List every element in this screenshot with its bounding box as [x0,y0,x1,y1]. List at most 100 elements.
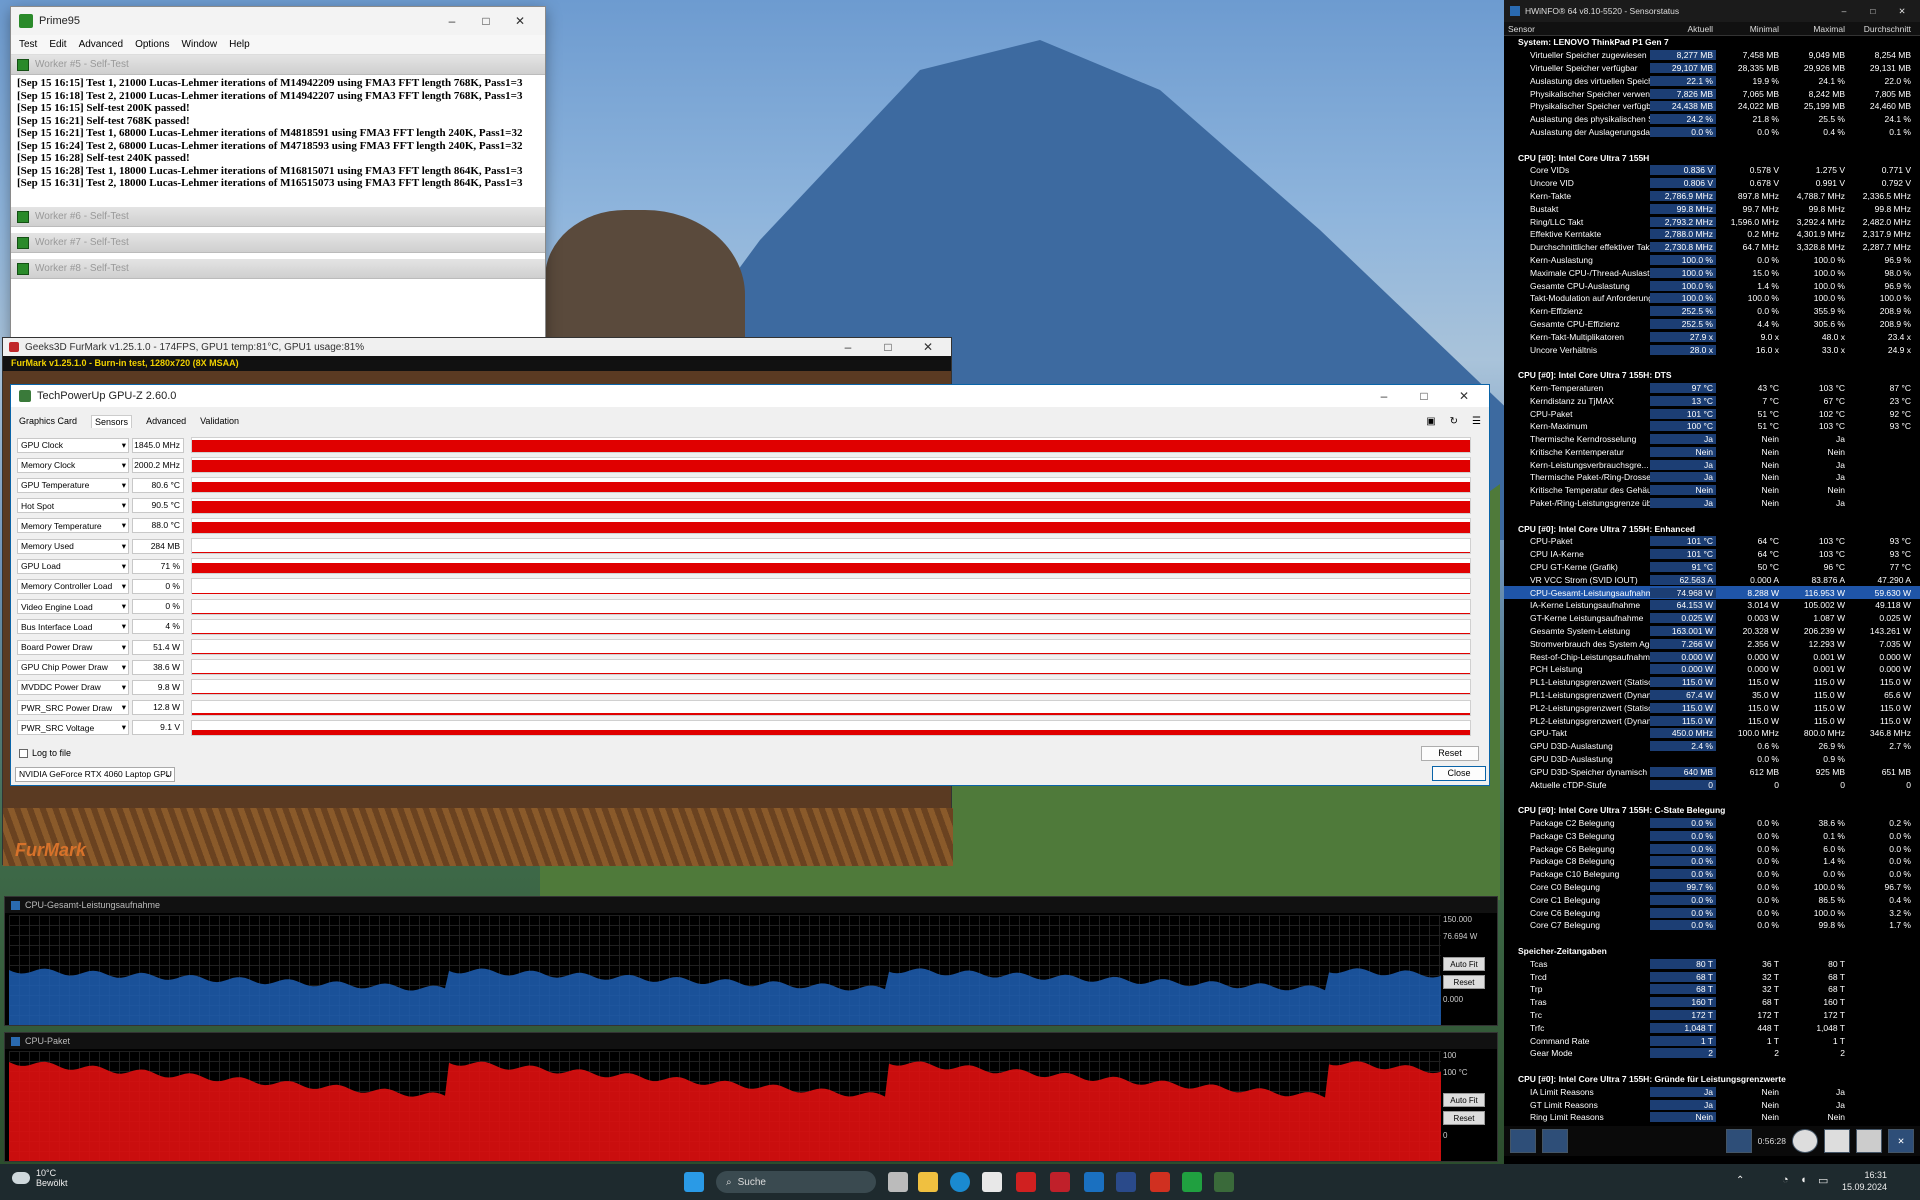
sensor-row[interactable]: Trp 68 T 32 T 68 T [1504,983,1920,996]
col-avg[interactable]: Durchschnitt [1848,24,1914,34]
wifi-icon[interactable]: ◔ [1782,1174,1789,1186]
sensor-row[interactable]: GT-Kerne Leistungsaufnahme 0.025 W 0.003 W… [1504,612,1920,625]
furmark-taskbar-icon[interactable] [1150,1172,1170,1192]
weather-widget[interactable]: 10°C Bewölkt [12,1168,68,1188]
sensor-row[interactable]: PL1-Leistungsgrenzwert (Dynami... 67.4 W 3… [1504,689,1920,702]
sensor-row[interactable]: Trfc 1,048 T 448 T 1,048 T [1504,1021,1920,1034]
sensor-name[interactable]: PWR_SRC Voltage ▾ [17,720,129,736]
sensor-name[interactable]: Bus Interface Load ▾ [17,619,129,635]
prime95-titlebar[interactable]: Prime95 – □ ✕ [11,7,545,35]
sensor-name[interactable]: Memory Clock ▾ [17,457,129,473]
menu-options[interactable]: Options [135,39,169,50]
close-button[interactable]: ✕ [503,14,537,28]
clock[interactable]: 16:31 15.09.2024 [1842,1169,1887,1193]
gpuz-taskbar-icon[interactable] [1214,1172,1234,1192]
sensor-name[interactable]: GPU Temperature ▾ [17,477,129,493]
sensor-name[interactable]: Hot Spot ▾ [17,498,129,514]
maximize-button[interactable]: □ [1407,389,1441,403]
sensor-row[interactable]: Maximale CPU-/Thread-Auslastung100.0 %15… [1504,266,1920,279]
sensor-row[interactable]: Rest-of-Chip-Leistungsaufnahme 0.000 W 0.0… [1504,650,1920,663]
start-icon[interactable] [684,1172,704,1192]
sensor-row[interactable]: Auslastung des virtuellen Speichers22.1 … [1504,74,1920,87]
prime95-taskbar-icon[interactable] [1182,1172,1202,1192]
sensor-name[interactable]: Board Power Draw ▾ [17,639,129,655]
sensor-row[interactable]: IA Limit Reasons Ja Nein Ja [1504,1085,1920,1098]
sensor-row[interactable]: Gesamte CPU-Auslastung 100.0 % 1.4 % 100.0 … [1504,279,1920,292]
chevron-up-icon[interactable]: ⌃ [1736,1175,1744,1186]
menu-window[interactable]: Window [182,39,218,50]
sensor-row[interactable]: Kritische Kerntemperatur Nein Nein Nein [1504,446,1920,459]
file-explorer-icon[interactable] [918,1172,938,1192]
sensor-row[interactable]: Core C7 Belegung 0.0 % 0.0 % 99.8 % 1.7 % [1504,919,1920,932]
log-to-file-checkbox[interactable] [19,748,28,758]
close-button[interactable]: ✕ [1447,389,1481,403]
sensor-row[interactable]: Auslastung des physikalischen Sp...24.2 … [1504,113,1920,126]
maximize-button[interactable]: □ [1861,6,1885,16]
worker-5-tab[interactable]: Worker #5 - Self-Test [11,55,545,75]
maximize-button[interactable]: □ [469,14,503,28]
nav-right-icon[interactable] [1542,1129,1568,1153]
maximize-button[interactable]: □ [871,340,905,354]
tab-sensors[interactable]: Sensors [91,414,133,428]
close-dialog-button[interactable]: Close [1432,766,1486,781]
sensor-row[interactable]: CPU IA-Kerne 101 °C 64 °C 103 °C 93 °C [1504,548,1920,561]
sensor-row[interactable]: IA-Kerne Leistungsaufnahme 64.153 W 3.014 … [1504,599,1920,612]
sensor-group[interactable]: CPU [#0]: Intel Core Ultra 7 155H: C-Sta… [1504,804,1920,817]
sensor-name[interactable]: GPU Clock ▾ [17,437,129,453]
sensor-row[interactable]: GPU-Takt 450.0 MHz 100.0 MHz 800.0 MHz 346.8… [1504,727,1920,740]
sensor-row[interactable]: CPU-Gesamt-Leistungsaufnahme 74.968 W 8.28… [1504,586,1920,600]
sensor-row[interactable]: Kern-Temperaturen 97 °C 43 °C 103 °C 87 °C [1504,382,1920,395]
sensor-row[interactable]: Durchschnittlicher effektiver Takt 2,730.… [1504,241,1920,254]
sensor-row[interactable]: Physikalischer Speicher verfügbar 24,438 … [1504,100,1920,113]
sensor-group[interactable]: CPU [#0]: Intel Core Ultra 7 155H: Gründ… [1504,1073,1920,1086]
minimize-button[interactable]: – [831,340,865,354]
sensor-group[interactable]: CPU [#0]: Intel Core Ultra 7 155H: DTS [1504,369,1920,382]
menu-help[interactable]: Help [229,39,250,50]
settings-icon[interactable] [1856,1129,1882,1153]
log-to-file-option[interactable]: Log to file [19,748,71,758]
col-sensor[interactable]: Sensor [1504,24,1650,34]
sensor-row[interactable]: Bustakt 99.8 MHz 99.7 MHz 99.8 MHz 99.8 MHz [1504,202,1920,215]
sensor-row[interactable]: Takt-Modulation auf Anforderung 100.0 % 10… [1504,292,1920,305]
graph-cpu-power-window[interactable]: CPU-Gesamt-Leistungsaufnahme 150.000 76.… [4,896,1498,1026]
sensor-name[interactable]: GPU Chip Power Draw ▾ [17,659,129,675]
sensor-name[interactable]: PWR_SRC Power Draw ▾ [17,700,129,716]
menu-advanced[interactable]: Advanced [79,39,123,50]
sensor-row[interactable]: Stromverbrauch des System Agent 7.266 W 2.… [1504,637,1920,650]
sensor-row[interactable]: GPU D3D-Speicher dynamisch 640 MB 612 MB 92… [1504,765,1920,778]
graph-titlebar[interactable]: CPU-Paket [5,1033,1497,1049]
prime95-window[interactable]: Prime95 – □ ✕ Test Edit Advanced Options… [10,6,546,346]
sensor-row[interactable]: Kern-Leistungsverbrauchsgre... Ja Nein Ja [1504,458,1920,471]
sensor-row[interactable]: GT Limit Reasons Ja Nein Ja [1504,1098,1920,1111]
sensor-group[interactable]: Speicher-Zeitangaben [1504,945,1920,958]
worker-6-tab[interactable]: Worker #6 - Self-Test [11,207,545,227]
sensor-row[interactable]: Aktuelle cTDP-Stufe 0 0 0 0 [1504,778,1920,791]
sensor-group[interactable]: CPU [#0]: Intel Core Ultra 7 155H [1504,151,1920,164]
reset-button[interactable]: Reset [1421,746,1479,761]
sensor-row[interactable]: Ring/LLC Takt 2,793.2 MHz 1,596.0 MHz 3,292… [1504,215,1920,228]
close-icon[interactable]: ✕ [1888,1129,1914,1153]
auto-fit-button[interactable]: Auto Fit [1443,1093,1485,1107]
sensor-row[interactable]: Thermische Paket-/Ring-DrosselungJaNeinJ… [1504,471,1920,484]
sensor-name[interactable]: Video Engine Load ▾ [17,599,129,615]
volume-icon[interactable]: ◖ [1800,1174,1807,1186]
close-button[interactable]: ✕ [911,340,945,354]
sensor-row[interactable]: Gesamte System-Leistung 163.001 W 20.328 W… [1504,625,1920,638]
furmark-titlebar[interactable]: Geeks3D FurMark v1.25.1.0 - 174FPS, GPU1… [3,338,951,356]
sensor-row[interactable]: Paket-/Ring-Leistungsgrenze übe... Ja Nein… [1504,497,1920,510]
close-button[interactable]: ✕ [1890,6,1914,17]
sensor-row[interactable]: Ring Limit Reasons Nein Nein Nein [1504,1111,1920,1124]
sensor-row[interactable]: Auslastung der Auslagerungsdatei 0.0 % 0.0… [1504,126,1920,139]
reset-button[interactable]: Reset [1443,975,1485,989]
sensor-row[interactable]: Kern-Auslastung 100.0 % 0.0 % 100.0 % 96.9 % [1504,254,1920,267]
gpu-select[interactable]: NVIDIA GeForce RTX 4060 Laptop GPU ⌄ [15,767,175,782]
sensor-row[interactable]: Kerndistanz zu TjMAX 13 °C 7 °C 67 °C 23 °C [1504,394,1920,407]
sensor-row[interactable]: PCH Leistung 0.000 W 0.000 W 0.001 W 0.000 W [1504,663,1920,676]
sensor-row[interactable]: Physikalischer Speicher verwendet 7,826 M… [1504,87,1920,100]
gpuz-titlebar[interactable]: TechPowerUp GPU-Z 2.60.0 – □ ✕ [11,385,1489,407]
sensor-row[interactable]: Uncore VID 0.806 V 0.678 V 0.991 V 0.792 V [1504,177,1920,190]
sensor-row[interactable]: Tcas 80 T 36 T 80 T [1504,957,1920,970]
sensor-row[interactable]: Command Rate 1 T 1 T 1 T [1504,1034,1920,1047]
sensor-row[interactable]: CPU GT-Kerne (Grafik) 91 °C 50 °C 96 °C 77 °… [1504,561,1920,574]
sensor-row[interactable]: Kritische Temperatur des Gehäus... Nein Ne… [1504,484,1920,497]
